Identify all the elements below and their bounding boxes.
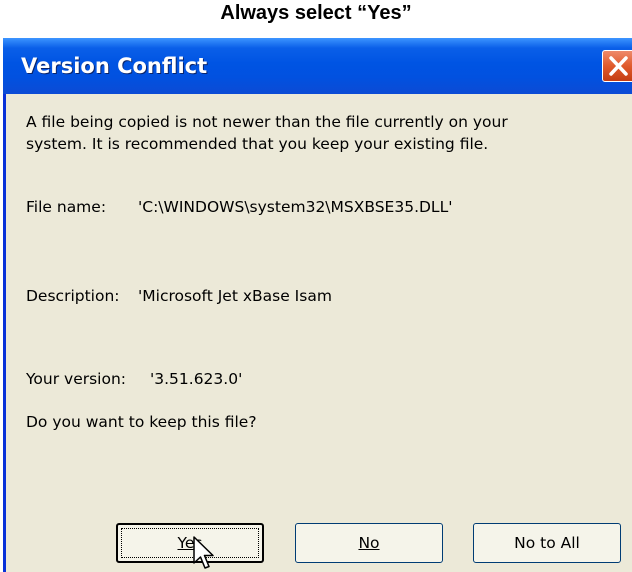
- message-line-1: A file being copied is not newer than th…: [26, 113, 508, 131]
- description-label: Description:: [26, 287, 120, 305]
- version-label: Your version:: [26, 370, 127, 388]
- no-button[interactable]: No: [295, 523, 443, 563]
- title-bar[interactable]: Version Conflict: [3, 38, 632, 94]
- file-name-label: File name:: [26, 198, 107, 216]
- no-to-all-button-label: No to All: [514, 534, 580, 552]
- message-line-2: system. It is recommended that you keep …: [26, 135, 489, 153]
- instruction-caption: Always select “Yes”: [220, 2, 412, 24]
- version-value: '3.51.623.0': [150, 370, 243, 388]
- yes-button[interactable]: Yes: [116, 523, 264, 563]
- focus-rectangle: [121, 528, 259, 558]
- version-conflict-dialog: Version Conflict A file being copied is …: [3, 38, 632, 572]
- dialog-title: Version Conflict: [21, 54, 208, 78]
- description-value: 'Microsoft Jet xBase Isam: [138, 287, 332, 305]
- keep-file-question: Do you want to keep this file?: [26, 413, 257, 431]
- close-icon: [609, 56, 628, 76]
- close-button[interactable]: [602, 50, 632, 82]
- no-button-label: No: [358, 534, 380, 552]
- no-to-all-button[interactable]: No to All: [473, 523, 621, 563]
- file-name-value: 'C:\WINDOWS\system32\MSXBSE35.DLL': [138, 198, 453, 216]
- mouse-pointer-icon: [193, 536, 214, 569]
